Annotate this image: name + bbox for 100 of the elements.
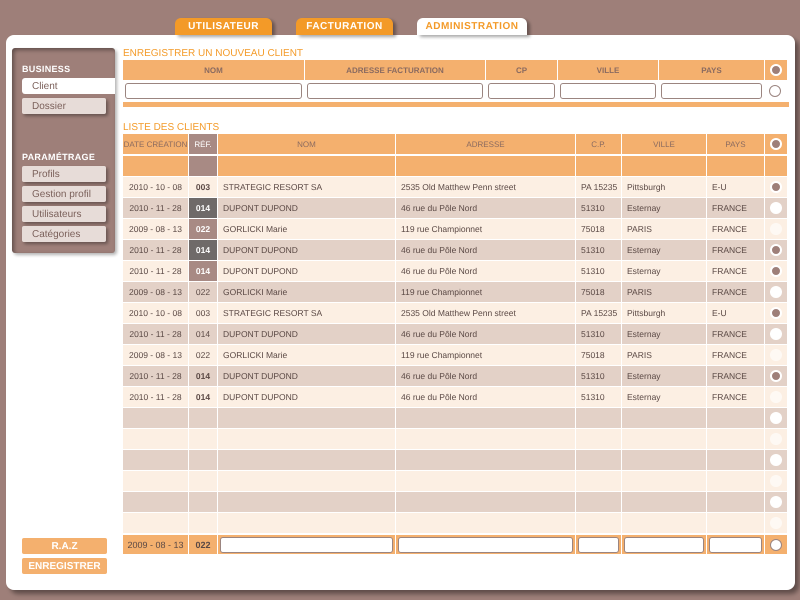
section-title: ENREGISTRER UN NOUVEAU CLIENT [123, 48, 304, 60]
table-cell: 51310 [576, 323, 622, 344]
sidebar-item[interactable]: Client [22, 78, 115, 94]
table-cell: 51310 [576, 365, 622, 386]
table-cell: 46 rue du Pôle Nord [396, 260, 576, 281]
table-cell [189, 512, 218, 533]
table-cell: 46 rue du Pôle Nord [396, 365, 576, 386]
column-header: C.P. [576, 134, 622, 154]
section-title: LISTE DES CLIENTS [123, 122, 220, 134]
table-cell: PARIS [622, 218, 707, 239]
column-header: VILLE [558, 60, 659, 80]
input-field[interactable] [398, 536, 573, 552]
sidebar-item[interactable]: Utilisateurs [22, 206, 106, 222]
sidebar-item[interactable]: Gestion profil [22, 186, 106, 202]
table-cell: GORLICKI Marie [218, 281, 396, 302]
input-field[interactable] [578, 536, 619, 552]
table-cell: 2535 Old Matthew Penn street [396, 302, 576, 323]
radio-button[interactable] [769, 84, 781, 96]
table-cell: DUPONT DUPOND [218, 323, 396, 344]
input-field[interactable] [220, 536, 393, 552]
table-cell: FRANCE [707, 323, 765, 344]
table-cell: STRATEGIC RESORT SA [218, 302, 396, 323]
table-cell: 2010 - 11 - 28 [123, 260, 189, 281]
table-cell [576, 428, 622, 449]
table-cell [189, 449, 218, 470]
input-field[interactable] [125, 82, 302, 98]
table-cell: 75018 [576, 344, 622, 365]
table-cell [189, 407, 218, 428]
table-cell: GORLICKI Marie [218, 218, 396, 239]
sidebar-item[interactable]: Profils [22, 166, 106, 182]
table-cell: FRANCE [707, 239, 765, 260]
table-cell: 46 rue du Pôle Nord [396, 239, 576, 260]
input-field[interactable] [488, 82, 555, 98]
table-cell [123, 155, 189, 176]
table-cell: 51310 [576, 239, 622, 260]
table-cell: 2010 - 10 - 08 [123, 176, 189, 197]
table-cell: 46 rue du Pôle Nord [396, 386, 576, 407]
radio-button[interactable] [770, 538, 782, 550]
input-field[interactable] [624, 536, 704, 552]
table-cell: 2009 - 08 - 13 [123, 281, 189, 302]
table-cell: 2010 - 11 - 28 [123, 365, 189, 386]
radio-icon [770, 64, 782, 76]
table-cell: 2009 - 08 - 13 [123, 218, 189, 239]
table-cell [189, 491, 218, 512]
tab[interactable]: ADMINISTRATION [417, 18, 527, 35]
table-cell [123, 470, 189, 491]
table-cell: 2010 - 10 - 08 [123, 302, 189, 323]
table-cell [189, 155, 218, 176]
table-cell: DUPONT DUPOND [218, 197, 396, 218]
table-cell: Esternay [622, 323, 707, 344]
column-header: ADRESSE FACTURATION [305, 60, 486, 80]
column-header: PAYS [707, 134, 765, 154]
column-header: NOM [123, 60, 305, 80]
table-cell [123, 407, 189, 428]
table-cell: 2010 - 11 - 28 [123, 323, 189, 344]
radio-button[interactable] [770, 286, 782, 298]
table-cell [123, 449, 189, 470]
radio-button[interactable] [770, 202, 782, 214]
table-cell: 022 [189, 218, 218, 239]
table-cell [576, 155, 622, 176]
table-cell [189, 428, 218, 449]
column-header: ADRESSE [396, 134, 576, 154]
table-cell: 119 rue Championnet [396, 281, 576, 302]
table-cell: 75018 [576, 281, 622, 302]
input-field[interactable] [661, 82, 762, 98]
table-cell [123, 491, 189, 512]
radio-button[interactable] [770, 412, 782, 424]
table-cell [123, 428, 189, 449]
column-header: PAYS [659, 60, 765, 80]
input-field[interactable] [709, 536, 762, 552]
sidebar-item[interactable]: Catégories [22, 226, 106, 242]
table-cell: 003 [189, 176, 218, 197]
table-cell: Pittsburgh [622, 302, 707, 323]
tab[interactable]: FACTURATION [296, 18, 393, 35]
radio-button[interactable] [770, 454, 782, 466]
table-cell: PARIS [622, 344, 707, 365]
input-field[interactable] [307, 82, 483, 98]
radio-button[interactable] [770, 496, 782, 508]
table-cell: 2535 Old Matthew Penn street [396, 176, 576, 197]
table-cell: 75018 [576, 218, 622, 239]
table-cell: STRATEGIC RESORT SA [218, 176, 396, 197]
table-cell: 022 [189, 281, 218, 302]
table-cell [576, 491, 622, 512]
table-cell: Pittsburgh [622, 176, 707, 197]
sidebar-item[interactable]: Dossier [22, 98, 106, 114]
table-cell: Esternay [622, 197, 707, 218]
table-cell: 014 [189, 197, 218, 218]
table-cell: PA 15235 [576, 176, 622, 197]
table-cell: 014 [189, 323, 218, 344]
input-field[interactable] [560, 82, 656, 98]
table-cell: Esternay [622, 386, 707, 407]
table-cell: 014 [189, 239, 218, 260]
table-cell: GORLICKI Marie [218, 344, 396, 365]
table-cell: 2009 - 08 - 13 [123, 533, 189, 554]
tab[interactable]: UTILISATEUR [175, 18, 272, 35]
table-cell: E-U [707, 176, 765, 197]
radio-button[interactable] [770, 328, 782, 340]
table-cell: 2010 - 11 - 28 [123, 386, 189, 407]
table-cell: Esternay [622, 260, 707, 281]
table-cell: DUPONT DUPOND [218, 239, 396, 260]
